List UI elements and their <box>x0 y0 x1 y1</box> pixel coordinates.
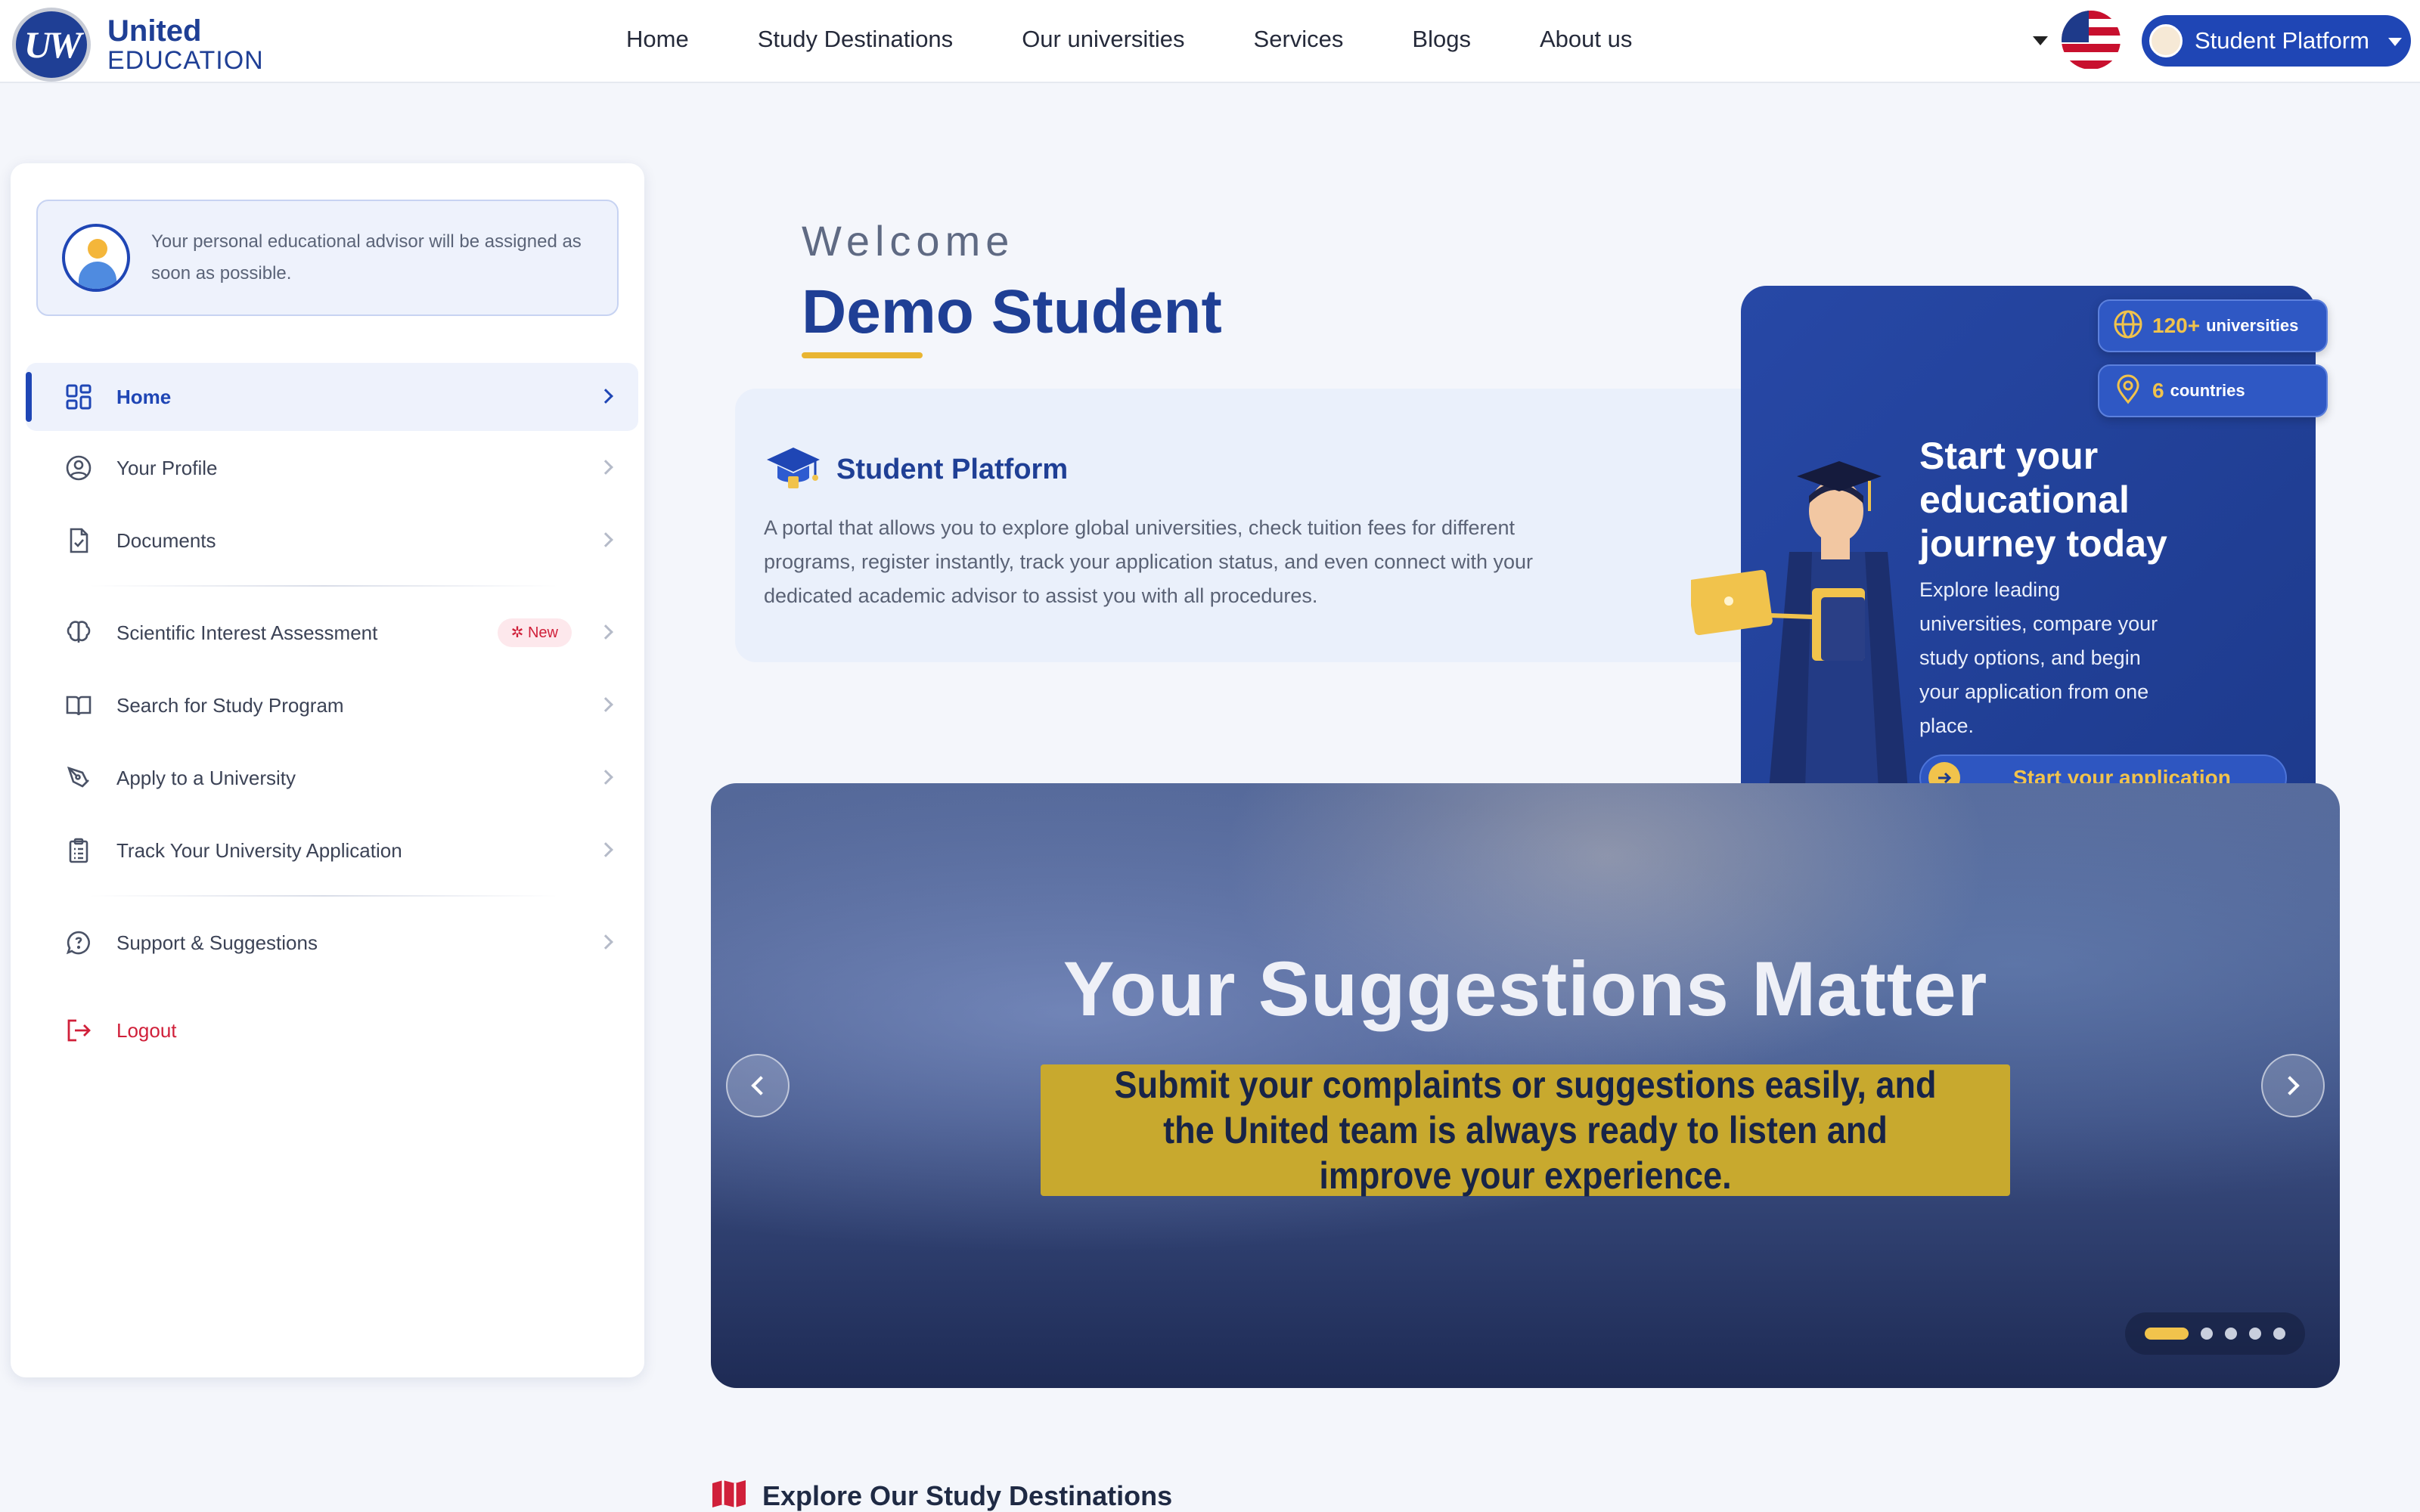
chevron-right-icon <box>598 770 613 785</box>
carousel-prev-button[interactable] <box>726 1054 790 1117</box>
chevron-down-icon <box>2388 38 2402 46</box>
name-underline <box>802 352 923 358</box>
chevron-right-icon <box>598 624 613 640</box>
chevron-right-icon <box>598 389 613 404</box>
nav-home[interactable]: Home <box>626 26 689 53</box>
nav-study-destinations[interactable]: Study Destinations <box>758 26 953 53</box>
stat-value: 6 <box>2152 379 2164 402</box>
us-flag-icon[interactable] <box>2062 11 2121 70</box>
chevron-right-icon <box>598 532 613 547</box>
carousel-next-button[interactable] <box>2261 1054 2325 1117</box>
carousel-dot-3[interactable] <box>2225 1328 2237 1340</box>
dashboard-grid-icon <box>64 382 94 412</box>
chevron-right-icon <box>598 460 613 475</box>
map-icon <box>711 1479 747 1512</box>
united-education-logo[interactable]: UW United EDUCATION <box>12 8 264 82</box>
section-title: Explore Our Study Destinations <box>762 1479 1173 1511</box>
sidebar-item-apply-to-university[interactable]: Apply to a University <box>26 744 638 812</box>
document-check-icon <box>64 525 94 556</box>
graduation-cap-icon <box>765 445 821 495</box>
chat-bubble-icon <box>64 928 94 958</box>
sidebar-item-label: Your Profile <box>116 456 218 479</box>
sidebar-item-your-profile[interactable]: Your Profile <box>26 434 638 502</box>
student-platform-label: Student Platform <box>2195 27 2369 54</box>
promo-title: Start your educational journey today <box>1919 435 2167 565</box>
banner-subtitle: Submit your complaints or suggestions ea… <box>1114 1064 1937 1197</box>
intro-title: Student Platform <box>836 454 1069 485</box>
brain-icon <box>64 618 94 648</box>
nav-services[interactable]: Services <box>1254 26 1344 53</box>
sidebar-item-documents[interactable]: Documents <box>26 507 638 575</box>
student-name: Demo Student <box>802 277 1222 346</box>
location-pin-icon <box>2113 374 2143 408</box>
open-book-icon <box>64 690 94 720</box>
advisor-avatar-icon <box>62 224 130 292</box>
student-platform-intro-card: Student Platform A portal that allows yo… <box>735 389 1779 662</box>
carousel-dot-2[interactable] <box>2201 1328 2213 1340</box>
menu-divider <box>89 585 558 587</box>
sidebar-item-label: Home <box>116 385 172 408</box>
nav-about-us[interactable]: About us <box>1540 26 1632 53</box>
sidebar-item-label: Track Your University Application <box>116 838 402 862</box>
promo-description: Explore leading universities, compare yo… <box>1919 578 2158 737</box>
user-circle-icon <box>64 453 94 483</box>
suggestions-banner-carousel: Your Suggestions Matter Submit your comp… <box>711 783 2340 1388</box>
stat-unit: universities <box>2206 316 2299 335</box>
graduate-illustration <box>1691 461 1910 816</box>
nav-our-universities[interactable]: Our universities <box>1022 26 1184 53</box>
sidebar-item-logout[interactable]: Logout <box>26 996 638 1064</box>
chevron-right-icon <box>2280 1076 2300 1095</box>
logo-mark: UW <box>12 8 91 82</box>
menu-divider <box>89 895 558 897</box>
carousel-dot-5[interactable] <box>2273 1328 2285 1340</box>
sidebar-item-support-suggestions[interactable]: Support & Suggestions <box>26 909 638 977</box>
sidebar-item-home[interactable]: Home <box>26 363 638 431</box>
active-indicator <box>26 372 32 422</box>
language-dropdown-caret-icon[interactable] <box>2033 36 2048 45</box>
intro-title-row: Student Platform <box>765 445 1068 495</box>
intro-description: A portal that allows you to explore glob… <box>764 516 1533 607</box>
advisor-notice: Your personal educational advisor will b… <box>36 200 619 316</box>
sidebar-item-track-application[interactable]: Track Your University Application <box>26 816 638 885</box>
globe-icon <box>2113 309 2143 343</box>
chevron-left-icon <box>751 1076 771 1095</box>
main-nav: Home Study Destinations Our universities… <box>626 26 1701 53</box>
chevron-right-icon <box>598 934 613 950</box>
carousel-dot-1[interactable] <box>2145 1328 2189 1340</box>
advisor-message: Your personal educational advisor will b… <box>151 231 582 284</box>
clipboard-list-icon <box>64 835 94 866</box>
countries-stat-badge: 6 countries <box>2098 364 2328 417</box>
sidebar-item-label: Documents <box>116 528 216 552</box>
sidebar-item-search-study-program[interactable]: Search for Study Program <box>26 671 638 739</box>
pen-tool-icon <box>64 763 94 793</box>
nav-blogs[interactable]: Blogs <box>1412 26 1471 53</box>
stat-unit: countries <box>2170 381 2245 400</box>
sidebar-item-label: Apply to a University <box>116 766 296 789</box>
logout-icon <box>64 1015 94 1046</box>
sidebar-item-label: Logout <box>116 1018 177 1042</box>
study-destinations-heading: Explore Our Study Destinations <box>711 1479 1172 1512</box>
sidebar-item-scientific-interest-assessment[interactable]: Scientific Interest Assessment ✲ New <box>26 599 638 667</box>
logo-line1: United <box>107 14 202 48</box>
carousel-dot-4[interactable] <box>2249 1328 2261 1340</box>
stat-value: 120+ <box>2152 314 2201 337</box>
banner-subtitle-box: Submit your complaints or suggestions ea… <box>1041 1064 2010 1197</box>
banner-title: Your Suggestions Matter <box>1063 946 1988 1032</box>
chevron-right-icon <box>598 842 613 857</box>
logo-line2: EDUCATION <box>107 46 264 75</box>
chevron-right-icon <box>598 697 613 712</box>
universities-stat-badge: 120+ universities <box>2098 299 2328 352</box>
logo-wordmark: United EDUCATION <box>107 16 264 73</box>
new-badge: ✲ New <box>497 618 572 647</box>
top-navigation-bar: UW United EDUCATION Home Study Destinati… <box>0 0 2420 83</box>
sidebar: Your personal educational advisor will b… <box>11 163 644 1377</box>
carousel-pagination <box>2125 1312 2305 1355</box>
sidebar-item-label: Search for Study Program <box>116 693 344 717</box>
sidebar-item-label: Scientific Interest Assessment <box>116 621 378 644</box>
sidebar-item-label: Support & Suggestions <box>116 931 318 954</box>
student-platform-button[interactable]: Student Platform <box>2142 15 2411 67</box>
user-avatar <box>2149 24 2183 57</box>
welcome-label: Welcome <box>802 217 1015 265</box>
